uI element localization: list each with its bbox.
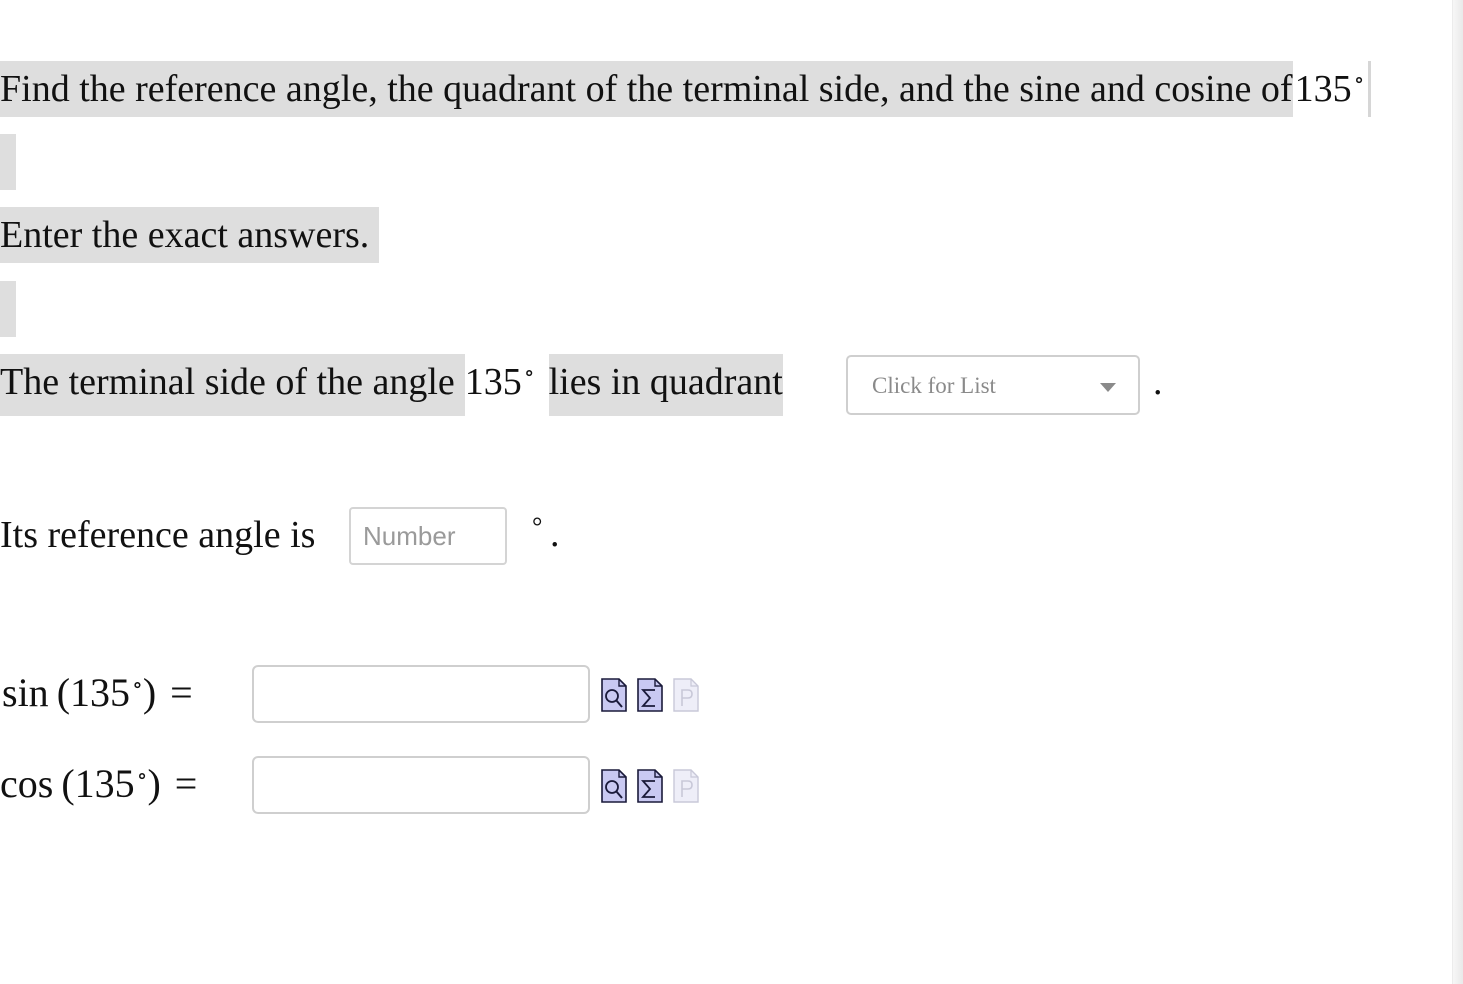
degree-symbol: ° [532,512,543,541]
terminal-angle: 135∘ [464,360,535,403]
question-text: Find the reference angle, the quadrant o… [0,61,1372,117]
cos-expression: cos (135∘) = [0,761,198,806]
quadrant-select[interactable]: Click for List [846,355,1140,415]
sin-equals: = [170,670,193,715]
terminal-side-statement: The terminal side of the angle 135∘ lies i… [0,354,783,416]
equation-editor-icon[interactable] [637,678,663,712]
terminal-suffix: lies in quadrant [548,354,783,416]
cos-equals: = [174,761,198,806]
terminal-prefix: The terminal side of the angle [0,354,465,416]
preview-icon[interactable] [601,678,627,712]
instruction-text: Enter the exact answers. [0,207,380,263]
quadrant-select-label: Click for List [872,373,996,398]
preview-icon[interactable] [601,769,627,803]
reference-period: . [550,513,560,555]
reference-angle-input[interactable] [349,507,507,565]
cos-angle: 135 [74,761,135,806]
reference-angle-label: Its reference angle is [0,514,316,556]
blank-highlight [0,134,16,190]
blank-highlight [0,281,16,337]
sin-expression: sin (135∘) = [2,670,193,715]
page-edge-scrollbar [1452,0,1463,984]
question-angle: 135∘ [1292,61,1372,117]
sin-func: sin [2,670,49,715]
instruction-label: Enter the exact answers. [0,207,380,263]
sin-angle: 135 [70,670,131,715]
terminal-period: . [1153,361,1163,403]
hint-icon [673,678,699,712]
sin-answer-input[interactable] [252,665,590,723]
chevron-down-icon [1100,383,1116,392]
hint-icon [673,769,699,803]
cos-answer-input[interactable] [252,756,590,814]
question-prompt: Find the reference angle, the quadrant o… [0,61,1293,117]
cos-func: cos [0,761,54,806]
equation-editor-icon[interactable] [637,769,663,803]
